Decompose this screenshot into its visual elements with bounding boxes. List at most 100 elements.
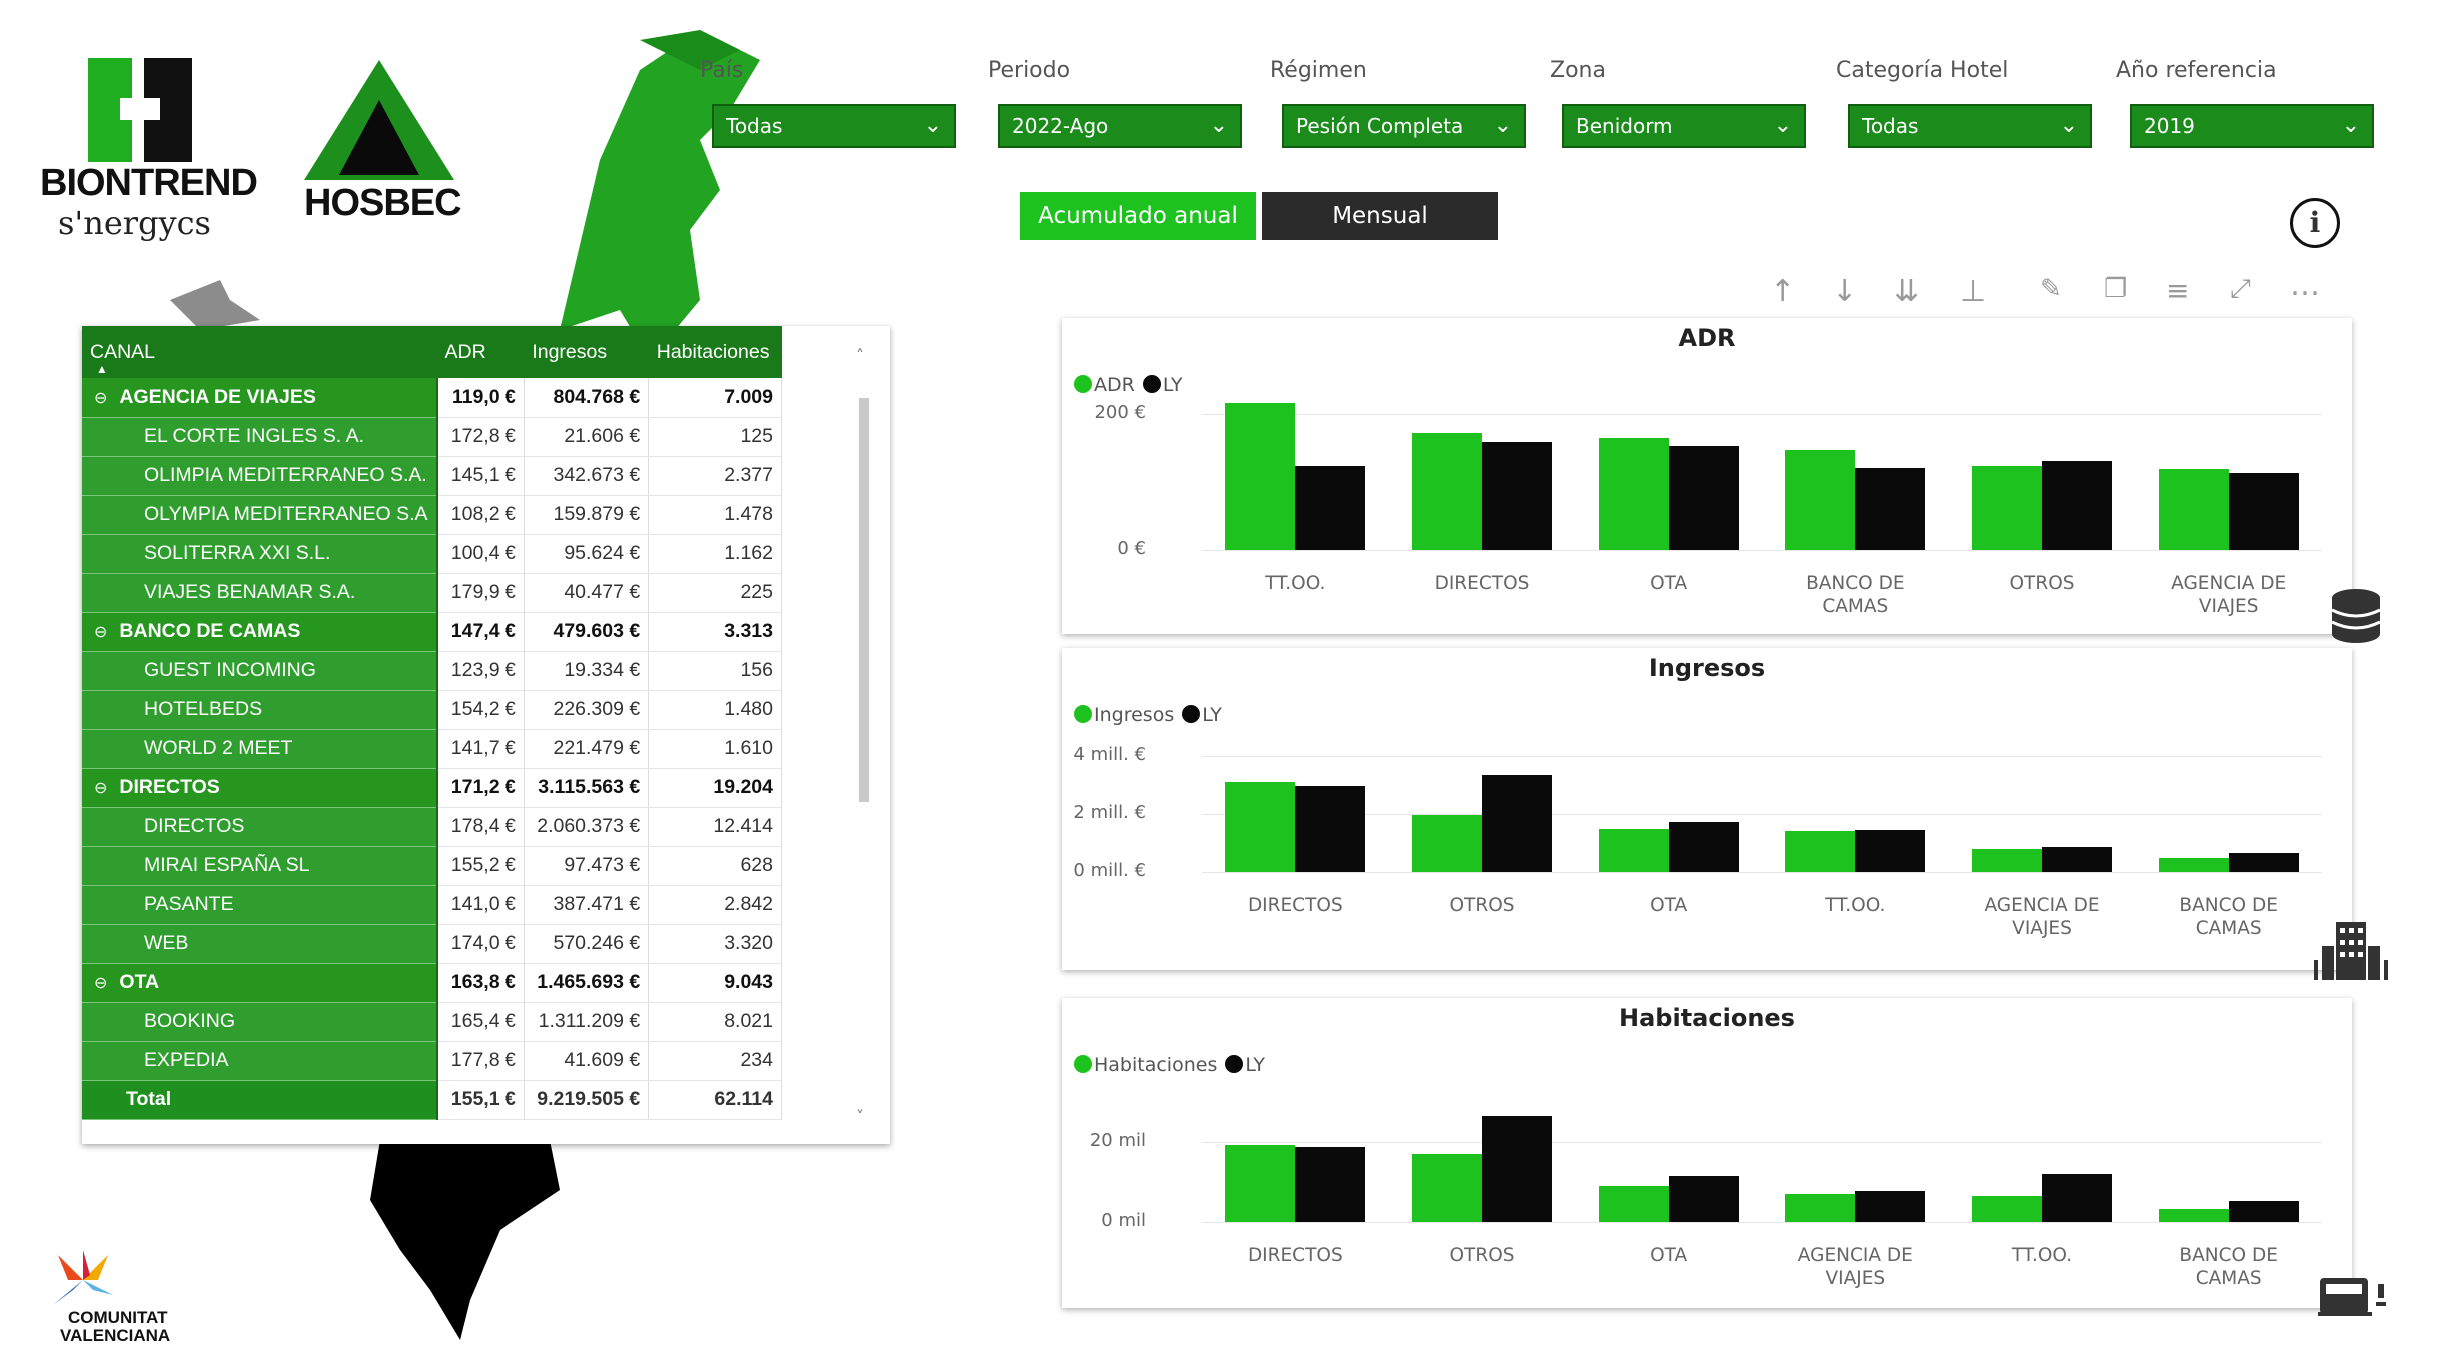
- scroll-down-icon[interactable]: ˅: [856, 1107, 864, 1126]
- bar-ly-1[interactable]: [1482, 1116, 1552, 1222]
- copy-icon[interactable]: ❐: [2104, 274, 2127, 304]
- hierarchy-icon[interactable]: ⊥: [1960, 274, 1986, 309]
- toggle-acumulado-anual[interactable]: Acumulado anual: [1020, 192, 1256, 240]
- filter-select-5[interactable]: 2019 ⌄: [2130, 104, 2374, 148]
- gridline: [1202, 814, 2322, 815]
- bar-ly-2[interactable]: [1668, 822, 1739, 872]
- pin-icon[interactable]: ✎: [2040, 274, 2062, 304]
- filter-select-4[interactable]: Todas ⌄: [1848, 104, 2092, 148]
- bar-habitaciones-1[interactable]: [1412, 1154, 1482, 1222]
- table-row[interactable]: DIRECTOS 178,4 €2.060.373 €12.414: [82, 807, 782, 847]
- focus-icon[interactable]: ⤢: [2230, 274, 2251, 305]
- table-group-row[interactable]: ⊖ BANCO DE CAMAS 147,4 €479.603 €3.313: [82, 612, 782, 652]
- cell-total-ingresos: 9.219.505 €: [524, 1080, 650, 1120]
- bar-adr-3[interactable]: [1785, 449, 1856, 550]
- filter-select-2[interactable]: Pesión Completa ⌄: [1282, 104, 1526, 148]
- bar-ly-4[interactable]: [2042, 461, 2112, 550]
- cell-habitaciones: 12.414: [648, 807, 782, 847]
- table-row[interactable]: MIRAI ESPAÑA SL 155,2 €97.473 €628: [82, 846, 782, 886]
- legend-label: LY: [1162, 374, 1183, 396]
- cell-canal-label: WEB: [144, 932, 189, 954]
- bar-ingresos-4[interactable]: [1972, 848, 2042, 872]
- bar-ly-5[interactable]: [2228, 472, 2299, 550]
- filter-select-1[interactable]: 2022-Ago ⌄: [998, 104, 1242, 148]
- bar-adr-4[interactable]: [1972, 466, 2042, 550]
- filter-select-0[interactable]: Todas ⌄: [712, 104, 956, 148]
- bar-ly-4[interactable]: [2042, 847, 2112, 872]
- header-canal-label: CANAL: [90, 340, 156, 363]
- table-row[interactable]: PASANTE 141,0 €387.471 €2.842: [82, 885, 782, 925]
- bar-ly-0[interactable]: [1295, 1146, 1366, 1222]
- bar-habitaciones-2[interactable]: [1598, 1186, 1669, 1222]
- sort-asc-icon[interactable]: ↑: [1770, 274, 1795, 309]
- table-group-row[interactable]: ⊖ OTA 163,8 €1.465.693 €9.043: [82, 963, 782, 1003]
- info-icon[interactable]: i: [2290, 198, 2340, 248]
- expand-all-icon[interactable]: ⇊: [1894, 274, 1919, 309]
- table-row[interactable]: BOOKING 165,4 €1.311.209 €8.021: [82, 1002, 782, 1042]
- bar-ly-3[interactable]: [1855, 1190, 1926, 1222]
- legend-label: LY: [1202, 704, 1222, 726]
- bar-ly-3[interactable]: [1855, 829, 1926, 872]
- collapse-icon[interactable]: ⊖: [94, 624, 107, 641]
- table-row[interactable]: EL CORTE INGLES S. A. 172,8 €21.606 €125: [82, 417, 782, 457]
- x-tick-line: OTROS: [2009, 573, 2075, 594]
- bar-adr-0[interactable]: [1225, 402, 1296, 550]
- bar-habitaciones-4[interactable]: [1972, 1196, 2042, 1222]
- x-tick-line: OTA: [1650, 895, 1688, 916]
- bar-ly-0[interactable]: [1295, 786, 1366, 872]
- header-adr[interactable]: ADR: [436, 326, 525, 378]
- bar-ly-2[interactable]: [1668, 446, 1739, 550]
- bar-adr-5[interactable]: [2158, 468, 2229, 550]
- bar-ly-1[interactable]: [1482, 442, 1552, 550]
- filter-icon[interactable]: ≡: [2166, 274, 2189, 307]
- bar-ingresos-1[interactable]: [1412, 815, 1482, 872]
- table-scrollbar[interactable]: ˄ ˅: [852, 346, 876, 1126]
- cell-ingresos: 804.768 €: [524, 378, 650, 418]
- collapse-icon[interactable]: ⊖: [94, 975, 107, 992]
- bar-ly-5[interactable]: [2228, 853, 2299, 872]
- cell-habitaciones: 3.320: [648, 924, 782, 964]
- header-ingresos[interactable]: Ingresos: [524, 326, 649, 378]
- bar-ly-4[interactable]: [2042, 1174, 2112, 1222]
- x-tick-line: TT.OO.: [2011, 1245, 2073, 1266]
- scroll-up-icon[interactable]: ˄: [856, 346, 864, 365]
- bar-ingresos-5[interactable]: [2158, 858, 2229, 872]
- table-row[interactable]: SOLITERRA XXI S.L. 100,4 €95.624 €1.162: [82, 534, 782, 574]
- table-group-row[interactable]: ⊖ AGENCIA DE VIAJES 119,0 €804.768 €7.009: [82, 378, 782, 418]
- header-canal[interactable]: CANAL ▲: [82, 326, 437, 378]
- table-row[interactable]: WORLD 2 MEET 141,7 €221.479 €1.610: [82, 729, 782, 769]
- table-row[interactable]: OLIMPIA MEDITERRANEO S.A. 145,1 €342.673 …: [82, 456, 782, 496]
- bar-habitaciones-5[interactable]: [2158, 1208, 2229, 1222]
- bar-ingresos-0[interactable]: [1225, 782, 1296, 872]
- table-row[interactable]: HOTELBEDS 154,2 €226.309 €1.480: [82, 690, 782, 730]
- bar-ly-2[interactable]: [1668, 1176, 1739, 1222]
- bar-adr-2[interactable]: [1598, 438, 1669, 550]
- cell-canal: EL CORTE INGLES S. A.: [82, 417, 438, 457]
- table-row[interactable]: WEB 174,0 €570.246 €3.320: [82, 924, 782, 964]
- table-row[interactable]: VIAJES BENAMAR S.A. 179,9 €40.477 €225: [82, 573, 782, 613]
- bar-adr-1[interactable]: [1412, 433, 1482, 550]
- cell-total-habitaciones: 62.114: [648, 1080, 782, 1120]
- bar-ly-3[interactable]: [1855, 467, 1926, 550]
- table-row[interactable]: EXPEDIA 177,8 €41.609 €234: [82, 1041, 782, 1081]
- legend-marker: [1142, 375, 1161, 393]
- collapse-icon[interactable]: ⊖: [94, 390, 107, 407]
- table-group-row[interactable]: ⊖ DIRECTOS 171,2 €3.115.563 €19.204: [82, 768, 782, 808]
- bar-ly-5[interactable]: [2228, 1201, 2299, 1222]
- table-row[interactable]: GUEST INCOMING 123,9 €19.334 €156: [82, 651, 782, 691]
- table-row[interactable]: OLYMPIA MEDITERRANEO S.A 108,2 €159.879 €…: [82, 495, 782, 535]
- bar-ly-1[interactable]: [1482, 774, 1552, 872]
- bar-habitaciones-3[interactable]: [1785, 1194, 1856, 1222]
- filter-select-3[interactable]: Benidorm ⌄: [1562, 104, 1806, 148]
- cell-canal: DIRECTOS: [82, 807, 438, 847]
- bar-habitaciones-0[interactable]: [1225, 1145, 1296, 1222]
- bar-ingresos-3[interactable]: [1785, 831, 1856, 872]
- collapse-icon[interactable]: ⊖: [94, 780, 107, 797]
- bar-ingresos-2[interactable]: [1598, 829, 1669, 872]
- sort-desc-icon[interactable]: ↓: [1832, 274, 1857, 309]
- scroll-thumb[interactable]: [859, 398, 869, 802]
- header-habitaciones[interactable]: Habitaciones: [648, 326, 782, 378]
- more-icon[interactable]: …: [2290, 268, 2320, 303]
- toggle-mensual[interactable]: Mensual: [1262, 192, 1498, 240]
- bar-ly-0[interactable]: [1295, 466, 1366, 550]
